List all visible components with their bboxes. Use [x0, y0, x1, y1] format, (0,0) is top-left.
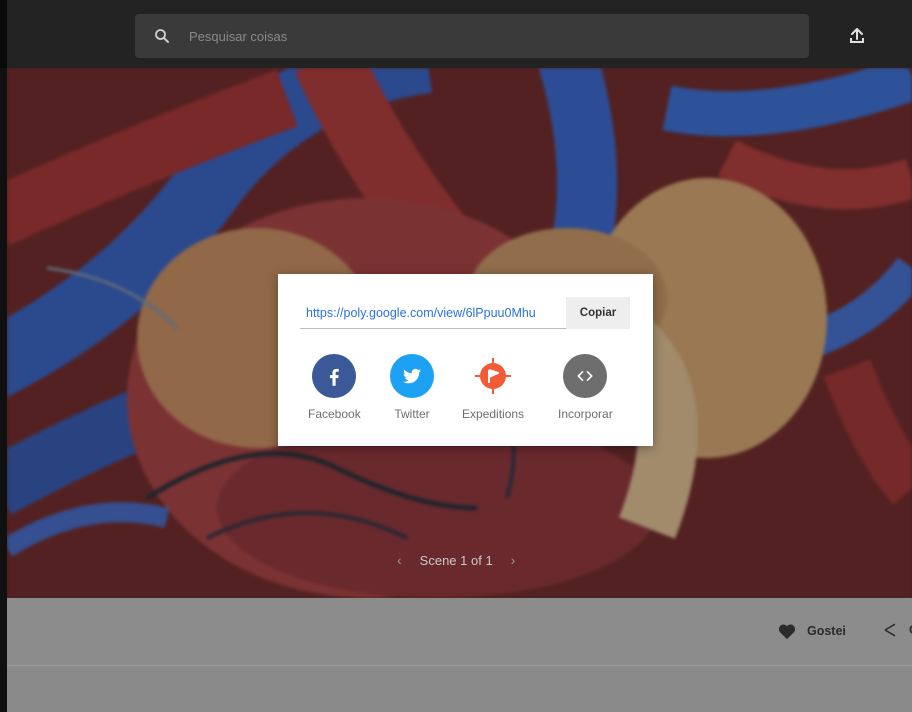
- search-bar[interactable]: [135, 14, 809, 58]
- search-icon: [155, 29, 169, 43]
- action-bar: Gostei C: [7, 598, 912, 666]
- like-label: Gostei: [807, 624, 846, 638]
- share-button[interactable]: C: [880, 620, 912, 640]
- facebook-icon: [312, 354, 357, 398]
- share-label: Incorporar: [558, 407, 613, 421]
- twitter-icon: [390, 354, 434, 398]
- share-icon: [884, 623, 896, 637]
- share-label: Facebook: [308, 407, 361, 421]
- scene-label: Scene 1 of 1: [419, 552, 493, 568]
- share-label: Twitter: [394, 407, 430, 421]
- share-dialog: https://poly.google.com/view/6lPpuu0Mhu …: [278, 274, 653, 446]
- share-twitter[interactable]: Twitter: [390, 354, 434, 421]
- copy-button[interactable]: Copiar: [566, 297, 630, 329]
- share-label: Expeditions: [462, 407, 525, 421]
- embed-code-icon: [563, 354, 608, 398]
- share-facebook[interactable]: Facebook: [308, 354, 361, 421]
- next-scene-button[interactable]: ›: [511, 552, 516, 568]
- prev-scene-button[interactable]: ‹: [397, 552, 402, 568]
- share-options: Facebook Twitter Expeditions Incorporar: [300, 354, 640, 424]
- expeditions-icon: [471, 354, 516, 398]
- heart-icon: [778, 624, 796, 640]
- left-edge: [0, 68, 7, 712]
- share-embed[interactable]: Incorporar: [558, 354, 613, 421]
- scene-navigator: ‹ Scene 1 of 1 ›: [397, 552, 515, 568]
- like-button[interactable]: Gostei: [777, 622, 846, 640]
- search-input[interactable]: [187, 27, 751, 45]
- upload-icon[interactable]: [845, 24, 869, 48]
- lower-content-area: [7, 666, 912, 712]
- share-url-row: https://poly.google.com/view/6lPpuu0Mhu …: [300, 297, 630, 329]
- share-expeditions[interactable]: Expeditions: [462, 354, 524, 421]
- share-url-field[interactable]: https://poly.google.com/view/6lPpuu0Mhu: [300, 297, 566, 329]
- top-bar: [0, 0, 912, 68]
